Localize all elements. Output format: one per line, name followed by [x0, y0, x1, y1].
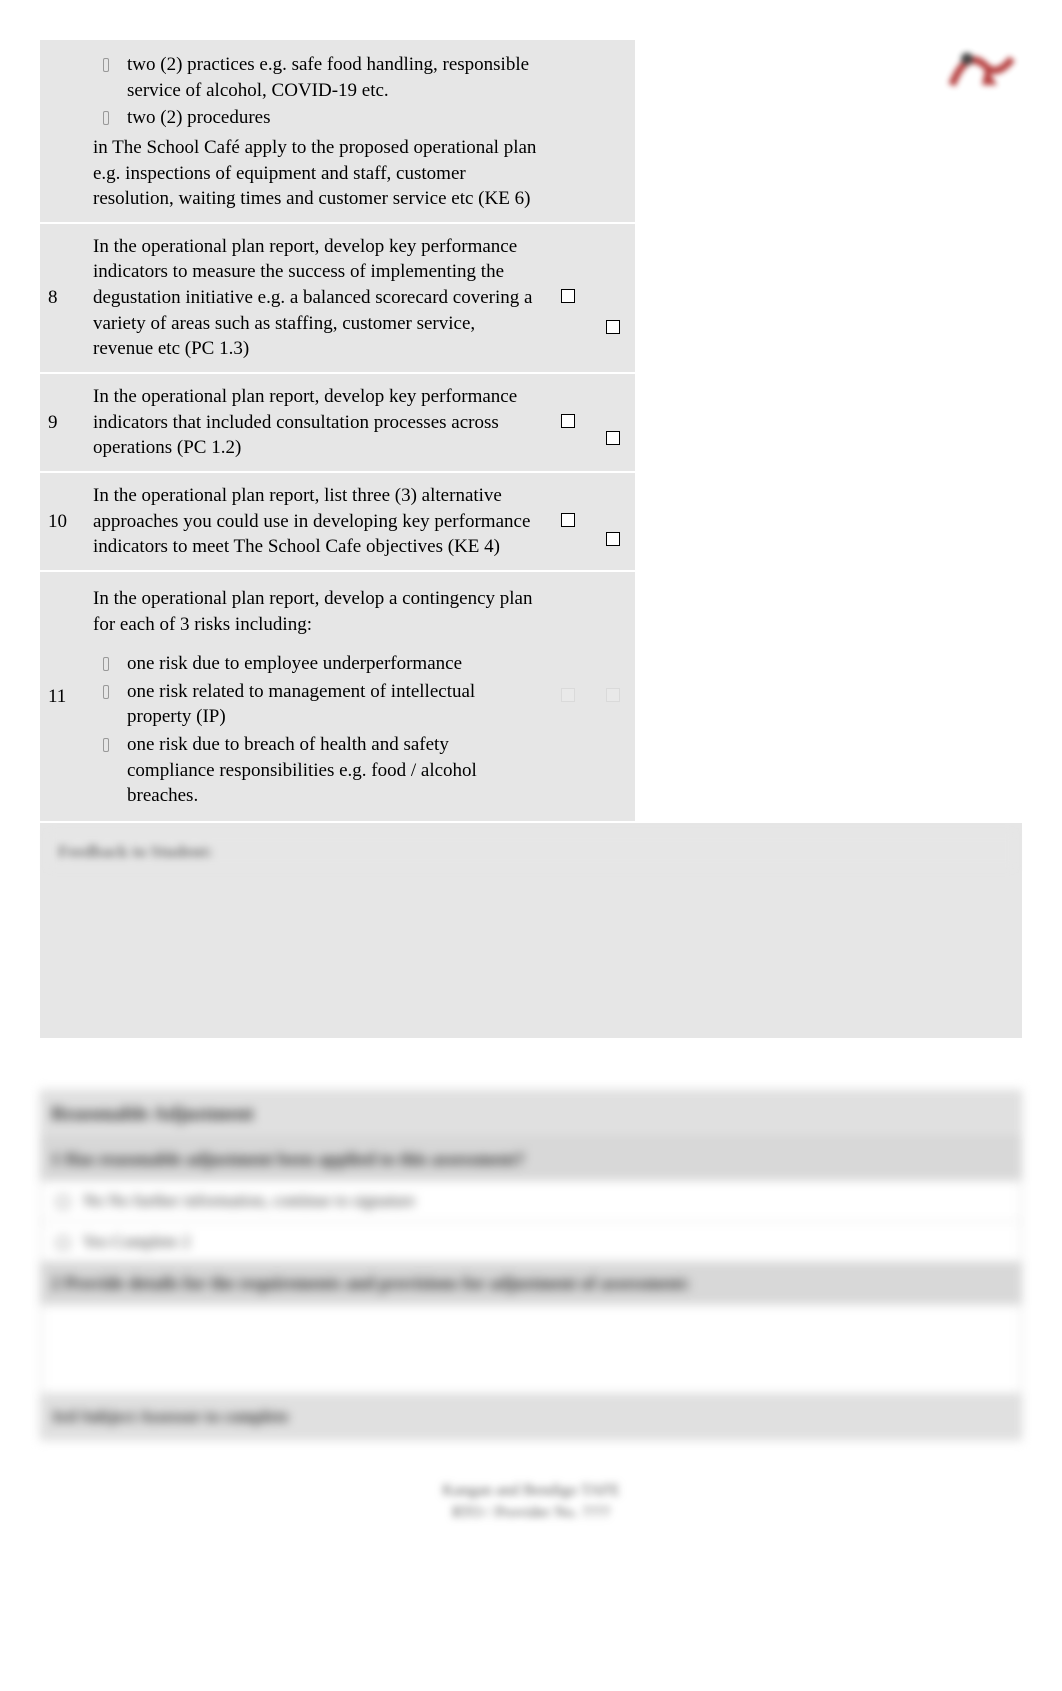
row-description: In the operational plan report, list thr… — [85, 472, 545, 571]
ra-details-textarea[interactable] — [41, 1304, 1021, 1394]
ra-question-2: 2 Provide details for the requirements a… — [41, 1262, 1021, 1304]
row-description: two (2) practices e.g. safe food handlin… — [85, 40, 545, 223]
checkbox-no[interactable] — [606, 320, 620, 334]
feedback-textarea[interactable] — [48, 868, 1014, 1028]
ra-option-no-label: No No further information, continue to s… — [83, 1191, 415, 1210]
comment-cell[interactable] — [635, 571, 1022, 822]
table-row: 11 In the operational plan report, devel… — [40, 571, 1022, 822]
checkbox-no[interactable] — [606, 532, 620, 546]
reasonable-adjustment-section: Reasonable Adjustment 1 Has reasonable a… — [40, 1090, 1022, 1440]
table-row: 8 In the operational plan report, develo… — [40, 223, 1022, 373]
checkbox-yes[interactable] — [561, 513, 575, 527]
row-tail-text: in The School Café apply to the proposed… — [93, 135, 537, 212]
ra-footer: 3rd Subject Assessor to complete — [41, 1394, 1021, 1439]
row-description: In the operational plan report, develop … — [85, 223, 545, 373]
row-number: 8 — [40, 223, 85, 373]
footer-line-1: Kangan and Bendigo TAFE — [40, 1480, 1022, 1502]
ra-option-yes-label: Yes Complete 2 — [83, 1232, 191, 1251]
bullet-item: one risk related to management of intell… — [103, 679, 537, 730]
ra-option-yes[interactable]: Yes Complete 2 — [41, 1221, 1021, 1262]
bullet-item: two (2) practices e.g. safe food handlin… — [103, 52, 537, 103]
checkbox-yes[interactable] — [561, 688, 575, 702]
table-row: two (2) practices e.g. safe food handlin… — [40, 40, 1022, 223]
row-description: In the operational plan report, develop … — [85, 571, 545, 822]
row-number: 11 — [40, 571, 85, 822]
row-number — [40, 40, 85, 223]
checkbox-icon[interactable] — [57, 1196, 69, 1208]
table-row: 10 In the operational plan report, list … — [40, 472, 1022, 571]
checkbox-no[interactable] — [606, 431, 620, 445]
feedback-row: Feedback to Student: — [40, 822, 1022, 1039]
checkbox-cell-2 — [590, 40, 635, 223]
checkbox-icon[interactable] — [57, 1237, 69, 1249]
checkbox-cell-1 — [545, 40, 590, 223]
row-intro-text: In the operational plan report, develop … — [93, 586, 537, 637]
row-number: 10 — [40, 472, 85, 571]
ra-option-no[interactable]: No No further information, continue to s… — [41, 1180, 1021, 1221]
brand-logo — [942, 40, 1022, 100]
checkbox-yes[interactable] — [561, 414, 575, 428]
feedback-label: Feedback to Student: — [48, 833, 1014, 868]
comment-cell[interactable] — [635, 472, 1022, 571]
bullet-item: two (2) procedures — [103, 105, 537, 131]
footer-line-2: RTO / Provider No. ???? — [40, 1502, 1022, 1524]
bullet-item: one risk due to breach of health and saf… — [103, 732, 537, 809]
criteria-table: two (2) practices e.g. safe food handlin… — [40, 40, 1022, 1040]
row-number: 9 — [40, 373, 85, 472]
page-footer: Kangan and Bendigo TAFE RTO / Provider N… — [40, 1480, 1022, 1525]
comment-cell[interactable] — [635, 373, 1022, 472]
ra-title: Reasonable Adjustment — [41, 1091, 1021, 1138]
ra-question-1: 1 Has reasonable adjustment been applied… — [41, 1138, 1021, 1180]
row-description: In the operational plan report, develop … — [85, 373, 545, 472]
comment-cell[interactable] — [635, 223, 1022, 373]
table-row: 9 In the operational plan report, develo… — [40, 373, 1022, 472]
checkbox-no[interactable] — [606, 688, 620, 702]
bullet-item: one risk due to employee underperformanc… — [103, 651, 537, 677]
checkbox-yes[interactable] — [561, 289, 575, 303]
